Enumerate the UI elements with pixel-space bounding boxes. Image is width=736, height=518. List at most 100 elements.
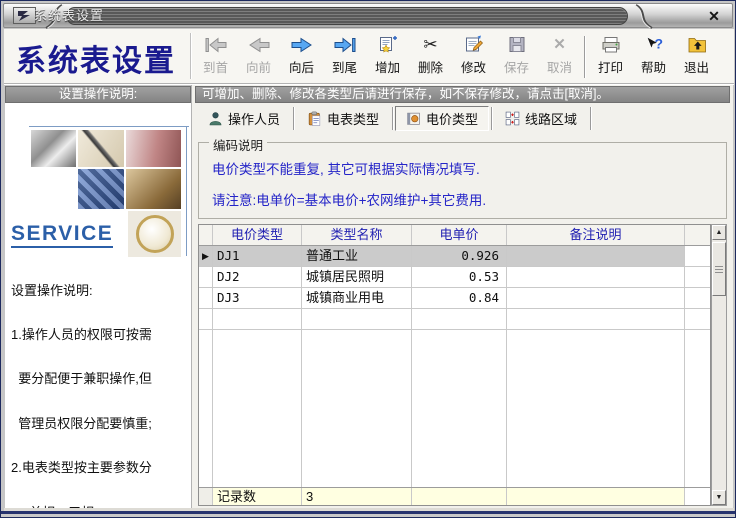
nav-next-button[interactable]: 向后	[280, 33, 323, 81]
add-record-icon	[378, 33, 398, 56]
cell-unit-price[interactable]: 0.53	[412, 267, 507, 288]
service-wordmark: SERVICE	[11, 222, 113, 248]
toolbar-separator	[584, 36, 586, 78]
table-summary-row: 记录数 3	[199, 487, 710, 505]
cell-price-code[interactable]: DJ2	[213, 267, 302, 288]
tab-label: 电价类型	[426, 109, 478, 128]
column-header[interactable]: 备注说明	[507, 225, 685, 245]
price-book-icon	[406, 111, 421, 126]
help-button[interactable]: ? 帮助	[632, 33, 675, 81]
meter-clipboard-icon	[307, 111, 322, 126]
toolbar-button-label: 增加	[375, 57, 400, 76]
close-icon[interactable]: ✕	[705, 7, 723, 25]
summary-spare-cell	[685, 488, 710, 505]
cell-spare	[685, 246, 710, 267]
svg-text:?: ?	[654, 36, 663, 52]
cancel-button[interactable]: ✕ 取消	[538, 33, 581, 81]
titlebar-pill	[66, 7, 628, 25]
cell-note[interactable]	[507, 288, 685, 309]
column-header-spare	[685, 225, 710, 245]
print-button[interactable]: 打印	[589, 33, 632, 81]
tab-operators[interactable]: 操作人员	[197, 106, 291, 131]
edit-button[interactable]: 修改	[452, 33, 495, 81]
cell-spare	[685, 267, 710, 288]
instructions-text: 设置操作说明: 1.操作人员的权限可按需 要分配便于兼职操作,但 管理员权限分配…	[11, 254, 165, 508]
nav-prev-icon	[248, 33, 270, 56]
tab-meter-types[interactable]: 电表类型	[296, 106, 390, 131]
cell-unit-price[interactable]: 0.84	[412, 288, 507, 309]
app-icon	[13, 7, 36, 24]
decor-line-vertical	[186, 126, 187, 256]
tab-price-types[interactable]: 电价类型	[395, 106, 489, 131]
toolbar-button-label: 取消	[547, 57, 572, 76]
nav-last-icon	[334, 33, 356, 56]
title-bar[interactable]: 系统表设置 ✕	[3, 3, 733, 28]
titlebar-curve-right	[634, 4, 654, 29]
instruction-line: 要分配便于兼职操作,但	[11, 372, 165, 387]
photo-keyboard	[78, 169, 124, 209]
cancel-x-icon: ✕	[553, 33, 566, 56]
cell-price-code[interactable]: DJ1	[213, 246, 302, 267]
nav-last-button[interactable]: 到尾	[323, 33, 366, 81]
scrollbar-thumb[interactable]	[712, 242, 726, 296]
table-row[interactable]: DJ2 城镇居民照明 0.53	[199, 267, 710, 288]
nav-first-button[interactable]: 到首	[194, 33, 237, 81]
nav-prev-button[interactable]: 向前	[237, 33, 280, 81]
scroll-up-icon[interactable]: ▲	[712, 225, 726, 240]
groupbox-legend: 编码说明	[209, 135, 267, 154]
cell-note[interactable]	[507, 267, 685, 288]
instruction-line: 2.电表类型按主要参数分	[11, 461, 165, 476]
cell-type-name[interactable]: 普通工业	[302, 246, 412, 267]
save-floppy-icon	[507, 33, 527, 56]
row-indicator-empty	[199, 288, 213, 309]
cell-spare	[685, 288, 710, 309]
toolbar-button-label: 到首	[203, 57, 228, 76]
table-row[interactable]: DJ3 城镇商业用电 0.84	[199, 288, 710, 309]
instruction-line: 设置操作说明:	[11, 284, 165, 299]
summary-empty-cell	[412, 488, 507, 505]
table-row[interactable]: ▶ DJ1 普通工业 0.926	[199, 246, 710, 267]
tab-label: 线路区域	[525, 109, 577, 128]
header-groove	[4, 83, 734, 84]
tab-separator	[392, 107, 393, 130]
groupbox-note: 请注意:电单价=基本电价+农网维护+其它费用.	[212, 189, 726, 209]
delete-button[interactable]: ✂ 删除	[409, 33, 452, 81]
tab-separator	[293, 107, 294, 130]
tab-bar: 操作人员 电表类型 电价类型	[197, 105, 593, 132]
cell-unit-price[interactable]: 0.926	[412, 246, 507, 267]
toolbar-button-label: 帮助	[641, 57, 666, 76]
vertical-scrollbar[interactable]: ▲ ▼	[711, 224, 727, 506]
help-cursor-icon: ?	[644, 33, 664, 56]
price-type-table: 电价类型 类型名称 电单价 备注说明 ▶ DJ1 普通工业 0.926 DJ2 …	[198, 224, 711, 506]
print-icon	[600, 33, 622, 56]
line-area-diagram-icon	[505, 111, 520, 126]
cell-type-name[interactable]: 城镇居民照明	[302, 267, 412, 288]
cell-type-name[interactable]: 城镇商业用电	[302, 288, 412, 309]
indicator-column-header	[199, 225, 213, 245]
exit-folder-icon	[687, 33, 707, 56]
photo-pocket-watch	[128, 211, 181, 257]
save-button[interactable]: 保存	[495, 33, 538, 81]
encoding-groupbox: 编码说明 电价类型不能重复, 其它可根据实际情况填写. 请注意:电单价=基本电价…	[198, 142, 727, 219]
record-count-label: 记录数	[213, 488, 302, 505]
toolbar-button-label: 向前	[246, 57, 271, 76]
add-button[interactable]: 增加	[366, 33, 409, 81]
row-indicator-icon: ▶	[199, 246, 213, 267]
delete-scissors-icon: ✂	[423, 33, 437, 56]
photo-metal-tools	[31, 130, 76, 167]
column-header[interactable]: 类型名称	[302, 225, 412, 245]
scroll-down-icon[interactable]: ▼	[712, 490, 726, 505]
tab-line-areas[interactable]: 线路区域	[494, 106, 588, 131]
exit-button[interactable]: 退出	[675, 33, 718, 81]
summary-indicator-cell	[199, 488, 213, 505]
column-header[interactable]: 电价类型	[213, 225, 302, 245]
column-header[interactable]: 电单价	[412, 225, 507, 245]
table-row-empty[interactable]	[199, 309, 710, 330]
toolbar-button-label: 退出	[684, 57, 709, 76]
toolbar-button-label: 修改	[461, 57, 486, 76]
cell-price-code[interactable]: DJ3	[213, 288, 302, 309]
cell-note[interactable]	[507, 246, 685, 267]
window-title: 系统表设置	[34, 5, 104, 24]
sidebar-header: 设置操作说明:	[5, 86, 191, 103]
photo-hand-watch	[126, 169, 181, 209]
